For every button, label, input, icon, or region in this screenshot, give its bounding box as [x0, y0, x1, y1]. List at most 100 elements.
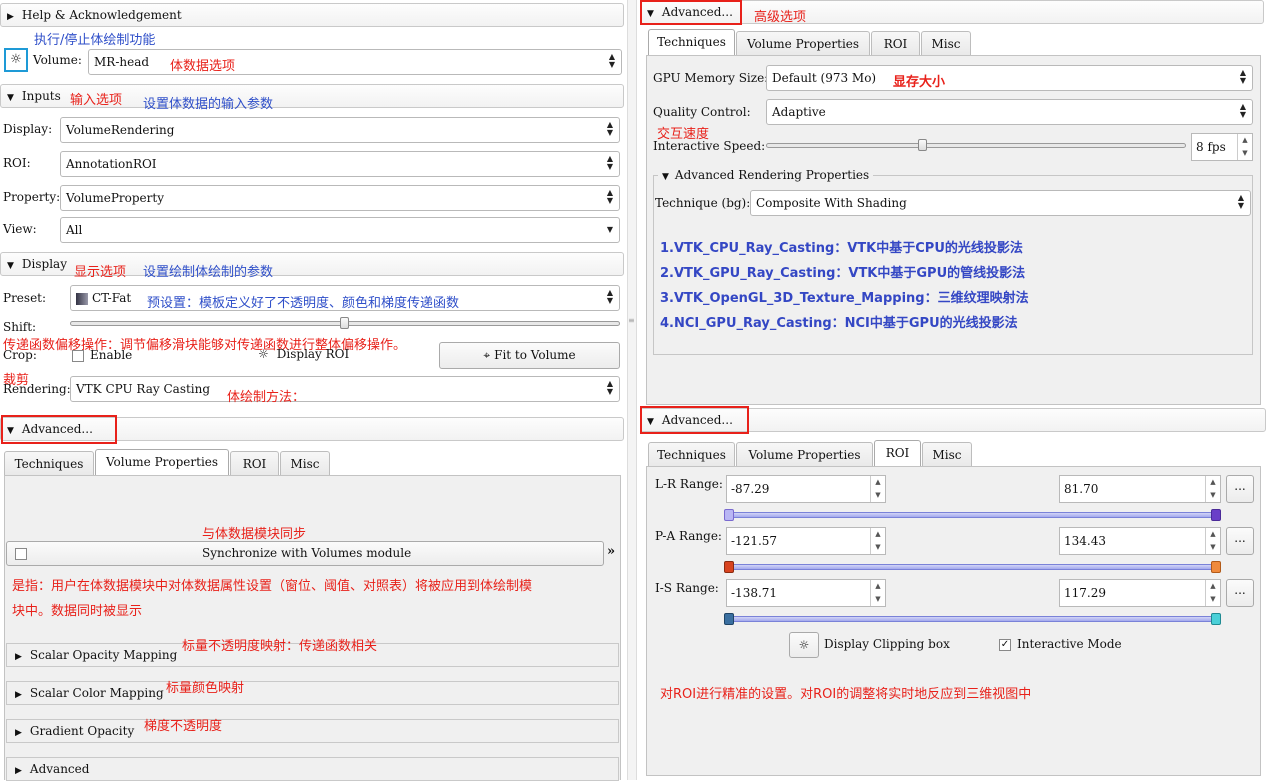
- is-more-button[interactable]: ...: [1226, 579, 1254, 607]
- splitter-grip-icon: ≡: [628, 316, 635, 325]
- collapse-down-icon: ▼: [662, 172, 669, 182]
- technique-select[interactable]: Composite With Shading ▲ ▼: [750, 190, 1251, 216]
- roi-value: AnnotationROI: [66, 157, 157, 171]
- display-select[interactable]: VolumeRendering ▲ ▼: [60, 117, 620, 143]
- annotation-sync-desc-2: 块中。数据同时被显示: [12, 604, 143, 619]
- synchronize-volumes-button[interactable]: Synchronize with Volumes module: [6, 541, 604, 566]
- is-max-spinbox[interactable]: 117.29 ▲ ▼: [1059, 579, 1221, 607]
- view-select[interactable]: All ▼: [60, 217, 620, 243]
- is-min-handle[interactable]: [724, 613, 734, 625]
- is-range-slider[interactable]: [729, 616, 1219, 622]
- rendering-select[interactable]: VTK CPU Ray Casting ▲ ▼: [70, 376, 620, 402]
- spin-arrows-icon[interactable]: ▲ ▼: [870, 476, 885, 502]
- volume-select[interactable]: MR-head ▲ ▼: [88, 49, 622, 75]
- fit-to-volume-button[interactable]: ⌖ Fit to Volume: [439, 342, 620, 369]
- preset-label: Preset:: [3, 291, 47, 305]
- tab-techniques[interactable]: Techniques: [648, 442, 735, 466]
- tab-roi[interactable]: ROI: [871, 31, 920, 55]
- annotation-preset-desc: 预设置：模板定义好了不透明度、颜色和梯度传递函数: [147, 296, 460, 311]
- lr-max-handle[interactable]: [1211, 509, 1221, 521]
- spin-arrows-icon[interactable]: ▲ ▼: [870, 528, 885, 554]
- spin-arrows-icon[interactable]: ▲ ▼: [870, 580, 885, 606]
- pa-min-spinbox[interactable]: -121.57 ▲ ▼: [726, 527, 886, 555]
- shift-slider-handle[interactable]: [340, 317, 349, 329]
- interactive-speed-track[interactable]: [766, 143, 1186, 148]
- sync-more-icon[interactable]: »: [607, 544, 615, 559]
- lr-min-handle[interactable]: [724, 509, 734, 521]
- advanced-sub-section[interactable]: ▶ Advanced: [6, 757, 619, 781]
- help-section-header[interactable]: ▶ Help & Acknowledgement: [0, 3, 624, 27]
- enable-label: Enable: [90, 348, 133, 362]
- tab-volume-properties[interactable]: Volume Properties: [95, 449, 229, 475]
- updown-arrow-icon: ▲ ▼: [1239, 68, 1247, 85]
- pa-max-spinbox[interactable]: 134.43 ▲ ▼: [1059, 527, 1221, 555]
- property-select[interactable]: VolumeProperty ▲ ▼: [60, 185, 620, 211]
- spin-arrows-icon[interactable]: ▲ ▼: [1205, 528, 1220, 554]
- technique-value: Composite With Shading: [756, 196, 907, 210]
- collapse-down-icon: ▼: [7, 93, 14, 103]
- scalar-color-mapping-section[interactable]: ▶ Scalar Color Mapping: [6, 681, 619, 705]
- fit-button-label: Fit to Volume: [494, 348, 576, 362]
- spin-arrows-icon[interactable]: ▲ ▼: [1237, 134, 1252, 160]
- lr-min-spinbox[interactable]: -87.29 ▲ ▼: [726, 475, 886, 503]
- volume-label: Volume:: [33, 53, 82, 67]
- gradient-opacity-section[interactable]: ▶ Gradient Opacity: [6, 719, 619, 743]
- technique-label: Technique (bg):: [655, 196, 751, 210]
- tab-misc[interactable]: Misc: [922, 442, 972, 466]
- sync-label: Synchronize with Volumes module: [202, 546, 412, 560]
- pa-more-button[interactable]: ...: [1226, 527, 1254, 555]
- volume-value: MR-head: [94, 55, 150, 69]
- interactive-speed-handle[interactable]: [918, 139, 927, 151]
- lr-range-slider[interactable]: [729, 512, 1219, 518]
- lr-max-spinbox[interactable]: 81.70 ▲ ▼: [1059, 475, 1221, 503]
- gpu-memory-value: Default (973 Mo): [772, 71, 877, 85]
- interactive-mode-label: Interactive Mode: [1017, 637, 1122, 651]
- tab-roi[interactable]: ROI: [874, 440, 921, 466]
- advanced-sub-label: Advanced: [29, 762, 90, 776]
- view-value: All: [66, 223, 83, 237]
- annotation-rendering-desc: 体绘制方法：: [227, 390, 306, 405]
- collapse-right-icon: ▶: [7, 12, 14, 22]
- pa-min-handle[interactable]: [724, 561, 734, 573]
- tab-misc[interactable]: Misc: [921, 31, 971, 55]
- tab-misc[interactable]: Misc: [280, 451, 330, 475]
- annotation-gpu-desc: 显存大小: [893, 75, 946, 90]
- tab-volume-properties[interactable]: Volume Properties: [736, 442, 873, 466]
- lr-min-value: -87.29: [731, 482, 770, 496]
- spin-arrows-icon[interactable]: ▲ ▼: [1205, 476, 1220, 502]
- interactive-speed-spinbox[interactable]: 8 fps ▲ ▼: [1191, 133, 1253, 161]
- crop-enable-checkbox[interactable]: Enable: [72, 348, 132, 362]
- quality-control-select[interactable]: Adaptive ▲ ▼: [766, 99, 1253, 125]
- updown-arrow-icon: ▲ ▼: [606, 379, 614, 396]
- annotation-advanced-option: 高级选项: [754, 10, 807, 25]
- pa-range-slider[interactable]: [729, 564, 1219, 570]
- advanced-rendering-title: Advanced Rendering Properties: [674, 168, 870, 182]
- interactive-mode-checkbox[interactable]: ✓ Interactive Mode: [999, 637, 1122, 651]
- tab-techniques[interactable]: Techniques: [4, 451, 94, 475]
- lr-more-button[interactable]: ...: [1226, 475, 1254, 503]
- clipping-box-label: Display Clipping box: [824, 637, 950, 651]
- tab-volume-properties[interactable]: Volume Properties: [736, 31, 870, 55]
- splitter-handle[interactable]: [627, 0, 637, 780]
- display-roi-toggle[interactable]: ☼ Display ROI: [258, 347, 349, 361]
- display-clipping-box-toggle[interactable]: ☼: [789, 632, 819, 658]
- gpu-memory-select[interactable]: Default (973 Mo) ▲ ▼: [766, 65, 1253, 91]
- gradient-opacity-label: Gradient Opacity: [29, 724, 135, 738]
- annotation-gradient: 梯度不透明度: [144, 719, 223, 734]
- checkbox-icon: [72, 349, 84, 362]
- annotation-input-desc: 设置体数据的输入参数: [143, 97, 274, 112]
- is-min-spinbox[interactable]: -138.71 ▲ ▼: [726, 579, 886, 607]
- volume-visibility-toggle[interactable]: ☼: [4, 48, 28, 72]
- is-range-label: I-S Range:: [655, 581, 719, 595]
- tab-techniques[interactable]: Techniques: [648, 29, 735, 55]
- crop-label: Crop:: [3, 348, 37, 362]
- tab-roi[interactable]: ROI: [230, 451, 279, 475]
- pa-max-handle[interactable]: [1211, 561, 1221, 573]
- advanced-rendering-header[interactable]: ▼ Advanced Rendering Properties: [658, 168, 874, 182]
- right-top-advanced-highlight: [640, 0, 742, 25]
- collapse-right-icon: ▶: [15, 652, 22, 662]
- is-max-handle[interactable]: [1211, 613, 1221, 625]
- roi-select[interactable]: AnnotationROI ▲ ▼: [60, 151, 620, 177]
- scalar-opacity-label: Scalar Opacity Mapping: [29, 648, 178, 662]
- spin-arrows-icon[interactable]: ▲ ▼: [1205, 580, 1220, 606]
